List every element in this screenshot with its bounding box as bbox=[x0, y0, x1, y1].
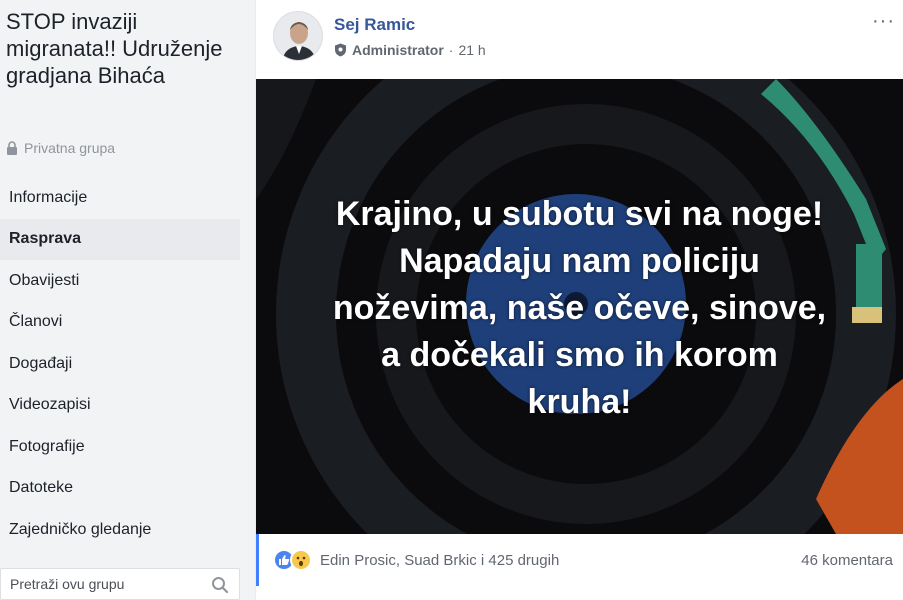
author-role: Administrator bbox=[352, 42, 444, 58]
comments-count[interactable]: 46 komentara bbox=[801, 552, 893, 569]
nav-item-clanovi[interactable]: Članovi bbox=[0, 302, 240, 344]
post-time[interactable]: 21 h bbox=[458, 42, 485, 58]
wow-icon bbox=[290, 549, 312, 571]
group-sidebar: STOP invaziji migranata!! Udruženje grad… bbox=[0, 0, 255, 600]
reactions-bar: Edin Prosic, Suad Brkic i 425 drugih 46 … bbox=[256, 534, 903, 586]
group-search-input[interactable] bbox=[10, 576, 195, 592]
post-image[interactable]: Krajino, u subotu svi na noge! Napadaju … bbox=[256, 79, 903, 534]
post-card: Sej Ramic Administrator · 21 h ··· Kraji… bbox=[256, 0, 903, 600]
nav-item-informacije[interactable]: Informacije bbox=[0, 177, 240, 219]
image-text-line: noževima, naše očeve, sinove, bbox=[332, 289, 827, 327]
nav-item-fotografije[interactable]: Fotografije bbox=[0, 426, 240, 468]
image-text-line: Krajino, u subotu svi na noge! bbox=[335, 195, 824, 233]
group-search bbox=[0, 568, 240, 600]
privacy-text: Privatna grupa bbox=[24, 140, 116, 156]
reaction-icons[interactable] bbox=[273, 549, 312, 571]
privacy-label: Privatna grupa bbox=[6, 140, 115, 156]
post-author[interactable]: Sej Ramic bbox=[334, 15, 415, 35]
image-text-line: Napadaju nam policiju bbox=[399, 242, 760, 280]
meta-separator: · bbox=[448, 42, 454, 58]
author-avatar[interactable] bbox=[273, 11, 323, 61]
group-title[interactable]: STOP invaziji migranata!! Udruženje grad… bbox=[6, 8, 251, 89]
image-text-line: kruha! bbox=[527, 383, 632, 421]
reaction-names[interactable]: Edin Prosic, Suad Brkic i 425 drugih bbox=[320, 552, 559, 569]
nav-item-datoteke[interactable]: Datoteke bbox=[0, 468, 240, 510]
nav-item-zajednicko-gledanje[interactable]: Zajedničko gledanje bbox=[0, 509, 240, 551]
group-nav: Informacije Rasprava Obavijesti Članovi … bbox=[0, 177, 255, 551]
image-text-line: a dočekali smo ih korom bbox=[381, 336, 778, 374]
nav-item-videozapisi[interactable]: Videozapisi bbox=[0, 385, 240, 427]
post-meta: Administrator · 21 h bbox=[334, 42, 486, 58]
post-image-text: Krajino, u subotu svi na noge! Napadaju … bbox=[256, 191, 903, 426]
nav-item-obavijesti[interactable]: Obavijesti bbox=[0, 260, 240, 302]
more-options-icon[interactable]: ··· bbox=[872, 10, 895, 33]
nav-item-rasprava[interactable]: Rasprava bbox=[0, 218, 240, 260]
nav-item-dogadjaji[interactable]: Događaji bbox=[0, 343, 240, 385]
avatar-image bbox=[274, 12, 322, 60]
admin-shield-icon bbox=[335, 43, 346, 57]
search-icon[interactable] bbox=[211, 576, 229, 594]
lock-icon bbox=[7, 141, 17, 155]
